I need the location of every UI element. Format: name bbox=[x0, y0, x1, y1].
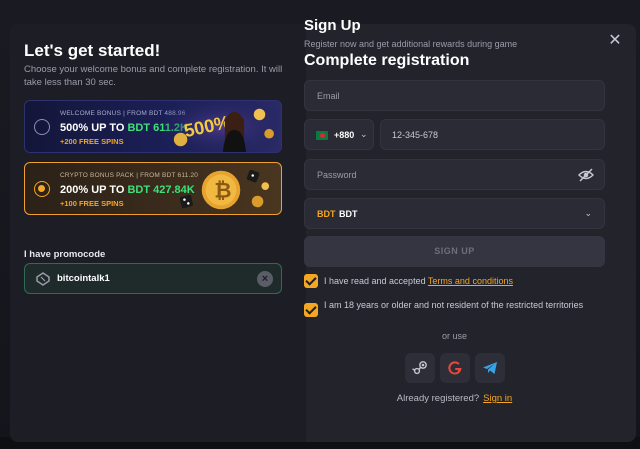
phone-code: +880 bbox=[334, 130, 355, 140]
bonus-panel: Let's get started! Choose your welcome b… bbox=[10, 24, 306, 442]
or-use-label: or use bbox=[441, 331, 467, 341]
currency-code: BDT bbox=[317, 209, 336, 219]
ticket-icon bbox=[36, 272, 50, 286]
phone-placeholder: 12-345-678 bbox=[392, 130, 439, 140]
google-icon bbox=[448, 361, 462, 375]
currency-name: BDT bbox=[339, 209, 358, 219]
telegram-icon bbox=[483, 362, 497, 374]
phone-country-select[interactable]: +880 ⌄ bbox=[304, 119, 374, 150]
password-placeholder: Password bbox=[317, 170, 357, 180]
age-checkbox[interactable] bbox=[304, 303, 318, 317]
terms-text: I have read and accepted Terms and condi… bbox=[324, 276, 513, 286]
signup-title: Sign Up bbox=[304, 17, 361, 34]
bonus-radio-selected[interactable] bbox=[34, 181, 50, 197]
bangladesh-flag-icon bbox=[316, 131, 328, 140]
chevron-down-icon: ⌄ bbox=[584, 208, 592, 218]
terms-link[interactable]: Terms and conditions bbox=[428, 276, 513, 286]
casino-promo-art: 500% bbox=[163, 101, 279, 152]
email-placeholder: Email bbox=[317, 91, 340, 101]
eye-off-icon[interactable] bbox=[578, 168, 594, 182]
bonus-spins: +200 FREE SPINS bbox=[60, 137, 124, 146]
panel-title: Let's get started! bbox=[24, 41, 161, 60]
registration-heading: Complete registration bbox=[304, 52, 470, 69]
panel-subtitle: Choose your welcome bonus and complete r… bbox=[24, 64, 283, 88]
already-registered: Already registered? Sign in bbox=[396, 393, 513, 404]
bonus-spins: +100 FREE SPINS bbox=[60, 199, 124, 208]
signin-link[interactable]: Sign in bbox=[483, 393, 512, 404]
clear-icon[interactable]: × bbox=[257, 271, 273, 287]
welcome-bonus-card[interactable]: WELCOME BONUS | FROM BDT 488.96 500% UP … bbox=[24, 100, 282, 153]
bonus-radio[interactable] bbox=[34, 119, 50, 135]
phone-input[interactable]: 12-345-678 bbox=[380, 119, 605, 150]
password-field[interactable]: Password bbox=[304, 159, 605, 190]
google-button[interactable] bbox=[440, 353, 470, 383]
close-icon[interactable]: ✕ bbox=[608, 33, 622, 49]
steam-button[interactable] bbox=[405, 353, 435, 383]
crypto-bonus-card[interactable]: CRYPTO BONUS PACK | FROM BDT 611.20 200%… bbox=[24, 162, 282, 215]
age-text: I am 18 years or older and not resident … bbox=[324, 300, 584, 310]
signup-subtitle: Register now and get additional rewards … bbox=[304, 39, 518, 49]
svg-text:₿: ₿ bbox=[214, 180, 231, 203]
steam-icon bbox=[412, 361, 427, 375]
promocode-value: bitcointalk1 bbox=[57, 273, 110, 284]
terms-checkbox[interactable] bbox=[304, 274, 318, 288]
promo-label: I have promocode bbox=[24, 249, 106, 260]
promocode-input[interactable]: bitcointalk1 × bbox=[24, 263, 282, 294]
telegram-button[interactable] bbox=[475, 353, 505, 383]
email-field[interactable]: Email bbox=[304, 80, 605, 111]
signup-button[interactable]: SIGN UP bbox=[304, 236, 605, 267]
crypto-promo-art: ₿ bbox=[179, 169, 270, 210]
currency-select[interactable]: BDT BDT ⌄ bbox=[304, 198, 605, 229]
chevron-down-icon: ⌄ bbox=[360, 129, 368, 139]
